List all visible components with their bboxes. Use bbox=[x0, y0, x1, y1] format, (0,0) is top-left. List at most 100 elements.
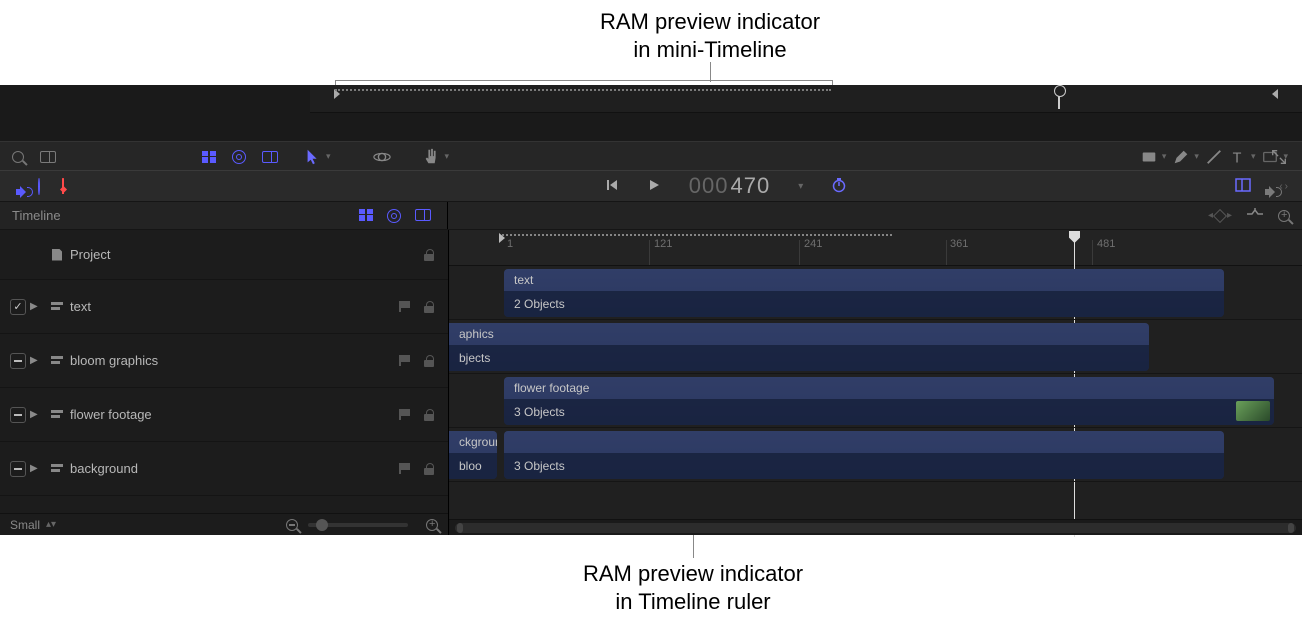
zoom-out-icon[interactable] bbox=[286, 519, 298, 531]
play-icon[interactable] bbox=[647, 178, 661, 195]
scrollbar-grip-right[interactable] bbox=[1288, 523, 1294, 533]
panels-icon[interactable] bbox=[415, 209, 431, 221]
disclosure-triangle-icon[interactable]: ▶ bbox=[30, 355, 44, 366]
visibility-checkbox[interactable] bbox=[10, 461, 26, 477]
updown-icon: ▴▾ bbox=[46, 521, 56, 528]
clip[interactable]: 3 Objects bbox=[504, 431, 1224, 479]
visibility-checkbox[interactable] bbox=[10, 407, 26, 423]
pan-tool[interactable]: ▾ bbox=[423, 148, 450, 166]
annotation-top: RAM preview indicatorin mini-Timeline bbox=[550, 8, 870, 63]
zoom-in-icon[interactable] bbox=[1278, 210, 1290, 222]
clip-title: flower footage bbox=[504, 377, 1274, 399]
layer-name: background bbox=[64, 461, 398, 476]
mini-out-point-icon bbox=[1272, 89, 1278, 99]
lock-icon[interactable] bbox=[422, 462, 436, 476]
gear-icon[interactable] bbox=[387, 209, 401, 223]
svg-text:T: T bbox=[1233, 150, 1242, 166]
lock-icon[interactable] bbox=[422, 300, 436, 314]
checker-icon[interactable] bbox=[359, 209, 373, 221]
scrollbar-grip-left[interactable] bbox=[457, 523, 463, 533]
text-tool[interactable]: T ▾ bbox=[1229, 148, 1256, 166]
flag-icon[interactable] bbox=[398, 408, 412, 422]
fill-tool[interactable]: ▾ bbox=[1140, 148, 1167, 166]
fullscreen-icon[interactable] bbox=[1270, 148, 1288, 166]
stack-icon bbox=[50, 300, 64, 314]
panel-layout-icon[interactable] bbox=[40, 151, 56, 163]
layer-row[interactable]: ▶bloom graphics bbox=[0, 334, 448, 388]
clip[interactable]: aphicsbjects bbox=[449, 323, 1149, 371]
clip-title: aphics bbox=[449, 323, 1149, 345]
clip[interactable]: flower footage3 ObjectsIM bbox=[504, 377, 1274, 425]
chevron-down-icon[interactable]: ▾ bbox=[798, 181, 803, 192]
loop-icon[interactable] bbox=[38, 179, 40, 194]
pen-tool[interactable]: ▾ bbox=[1172, 148, 1199, 166]
clip-subtitle: 2 Objects bbox=[504, 291, 1224, 317]
stopwatch-icon[interactable] bbox=[831, 177, 847, 196]
layer-row[interactable]: ▶ background bbox=[0, 442, 448, 496]
track-row[interactable]: text2 Objects bbox=[449, 266, 1302, 320]
panels-icon[interactable] bbox=[262, 151, 278, 163]
clip-subtitle: bjects bbox=[449, 345, 1149, 371]
slider-thumb[interactable] bbox=[316, 519, 328, 531]
orbit-tool[interactable] bbox=[373, 148, 391, 166]
clip[interactable]: ckgroundbloo bbox=[449, 431, 497, 479]
flag-icon[interactable] bbox=[398, 354, 412, 368]
transport-bar: 000470 ▾ ‹› bbox=[0, 170, 1302, 202]
mini-playhead[interactable] bbox=[1058, 87, 1060, 109]
keyframe-nav[interactable]: ◂▸ bbox=[1208, 210, 1232, 221]
stack-icon bbox=[50, 354, 64, 368]
chevron-down-icon: ▾ bbox=[1162, 151, 1167, 162]
visibility-checkbox[interactable]: ✓ bbox=[10, 299, 26, 315]
timecode-display[interactable]: 000470 bbox=[689, 173, 770, 199]
scrollbar-track bbox=[455, 523, 1296, 533]
row-size-selector[interactable]: Small ▴▾ bbox=[10, 518, 56, 532]
marker-view-icon[interactable] bbox=[1235, 178, 1251, 195]
horizontal-scrollbar[interactable] bbox=[449, 519, 1302, 535]
snap-icon[interactable] bbox=[1246, 207, 1264, 224]
zoom-slider[interactable] bbox=[308, 523, 408, 527]
select-tool[interactable]: ▾ bbox=[304, 148, 331, 166]
gear-icon[interactable] bbox=[232, 150, 246, 164]
ruler-tick-label: 121 bbox=[654, 238, 672, 250]
ram-preview-indicator-mini bbox=[335, 89, 831, 91]
layer-list: Project ✓ ▶ text ▶bloom graphics▶flower foo… bbox=[0, 230, 449, 535]
track-row[interactable]: ckgroundbloo3 Objects bbox=[449, 428, 1302, 482]
flag-icon[interactable] bbox=[398, 462, 412, 476]
timeline-ruler[interactable]: 1121241361481 bbox=[449, 230, 1302, 266]
layer-footer: Small ▴▾ bbox=[0, 513, 448, 535]
layer-row[interactable]: ✓ ▶ text bbox=[0, 280, 448, 334]
chevron-down-icon: ▾ bbox=[326, 151, 331, 162]
file-icon bbox=[50, 248, 64, 262]
go-to-start-icon[interactable] bbox=[605, 178, 619, 195]
ruler-tick-label: 1 bbox=[507, 238, 513, 250]
layer-row[interactable]: ▶flower footage bbox=[0, 388, 448, 442]
row-size-label: Small bbox=[10, 518, 40, 532]
lock-icon[interactable] bbox=[422, 354, 436, 368]
visibility-checkbox[interactable] bbox=[10, 353, 26, 369]
clip-subtitle: 3 Objects bbox=[504, 399, 1274, 425]
search-icon[interactable] bbox=[12, 151, 24, 163]
layer-row-project[interactable]: Project bbox=[0, 230, 448, 280]
clip-title bbox=[504, 431, 1224, 453]
checker-icon[interactable] bbox=[202, 151, 216, 163]
layer-name: text bbox=[64, 299, 398, 314]
lock-icon[interactable] bbox=[422, 248, 436, 262]
disclosure-triangle-icon[interactable]: ▶ bbox=[30, 301, 44, 312]
track-row[interactable]: flower footage3 ObjectsIM bbox=[449, 374, 1302, 428]
library-toolbar bbox=[0, 141, 290, 171]
track-row[interactable]: aphicsbjects bbox=[449, 320, 1302, 374]
layer-name: Project bbox=[64, 247, 422, 262]
disclosure-triangle-icon[interactable]: ▶ bbox=[30, 463, 44, 474]
chevron-down-icon: ▾ bbox=[1194, 151, 1199, 162]
lock-icon[interactable] bbox=[422, 408, 436, 422]
disclosure-triangle-icon[interactable]: ▶ bbox=[30, 409, 44, 420]
zoom-in-icon[interactable] bbox=[426, 519, 438, 531]
record-icon[interactable] bbox=[62, 179, 64, 194]
timeline-tracks[interactable]: 1121241361481 text2 Objectsaphicsbjectsf… bbox=[449, 230, 1302, 535]
mini-timeline[interactable] bbox=[310, 85, 1302, 113]
stack-icon bbox=[50, 462, 64, 476]
flag-icon[interactable] bbox=[398, 300, 412, 314]
clip-title: text bbox=[504, 269, 1224, 291]
line-tool[interactable] bbox=[1205, 148, 1223, 166]
clip[interactable]: text2 Objects bbox=[504, 269, 1224, 317]
